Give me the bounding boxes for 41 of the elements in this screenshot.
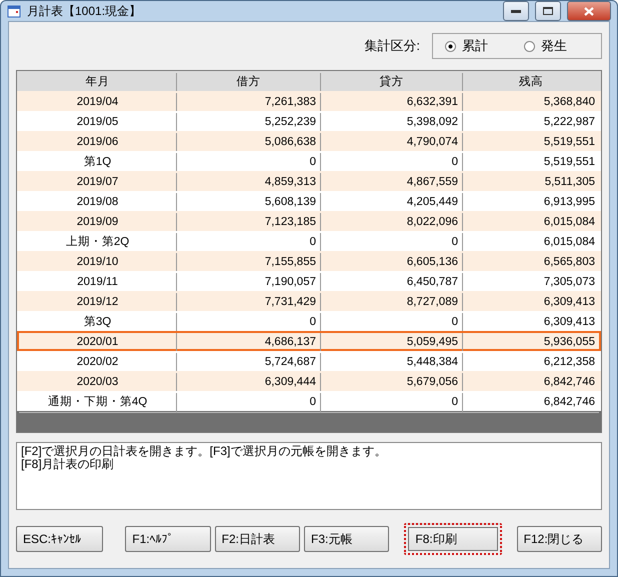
message-line: [F8]月計表の印刷 <box>21 458 115 471</box>
table-row[interactable]: 2019/12 7,731,429 8,727,089 6,309,413 <box>17 291 601 311</box>
minimize-button[interactable] <box>503 1 529 21</box>
mode-radio[interactable]: 発生 <box>524 37 567 55</box>
table-row[interactable]: 2019/05 5,252,239 5,398,092 5,222,987 <box>17 111 601 131</box>
mode-radio[interactable]: 累計 <box>445 37 488 55</box>
table-row[interactable]: 2019/06 5,086,638 4,790,074 5,519,551 <box>17 131 601 151</box>
table-row[interactable]: 2019/09 7,123,185 8,022,096 6,015,084 <box>17 211 601 231</box>
maximize-button[interactable] <box>535 1 561 21</box>
table-row[interactable]: 2019/08 5,608,139 4,205,449 6,913,995 <box>17 191 601 211</box>
table-row[interactable]: 2020/02 5,724,687 5,448,384 6,212,358 <box>17 351 601 371</box>
function-button[interactable]: F1:ﾍﾙﾌﾟ <box>125 526 211 552</box>
table-row[interactable]: 2020/03 6,309,444 5,679,056 6,842,746 <box>17 371 601 391</box>
table-cell: 0 <box>177 393 321 413</box>
table-row[interactable]: 2019/10 7,155,855 6,605,136 6,565,803 <box>17 251 601 271</box>
table-row[interactable]: 2019/07 4,859,313 4,867,559 5,511,305 <box>17 171 601 191</box>
function-button[interactable]: F3:元帳 <box>304 526 390 552</box>
table-row[interactable]: 上期・第2Q 0 0 6,015,084 <box>17 231 601 251</box>
table-cell: 6,842,746 <box>463 393 599 413</box>
calendar-icon <box>7 4 21 18</box>
table-row[interactable]: 2019/11 7,190,057 6,450,787 7,305,073 <box>17 271 601 291</box>
table-row[interactable]: 第3Q 0 0 6,309,413 <box>17 311 601 331</box>
function-button[interactable]: ESC:ｷｬﾝｾﾙ <box>16 526 104 552</box>
function-button[interactable]: F2:日計表 <box>214 526 300 552</box>
table-row[interactable]: 2020/01 4,686,137 5,059,495 5,936,055 <box>17 331 601 351</box>
summary-mode-label: 集計区分: <box>364 37 420 55</box>
message-line: [F2]で選択月の日計表を開きます。[F3]で選択月の元帳を開きます。 <box>21 445 388 458</box>
table-cell: 通期・下期・第4Q <box>19 393 177 413</box>
close-button[interactable] <box>567 1 611 21</box>
window-title: 月計表【1001:現金】 <box>27 2 142 20</box>
function-button[interactable]: F12:閉じる <box>516 526 602 552</box>
table-row[interactable]: 通期・下期・第4Q 0 0 6,842,746 <box>17 391 601 411</box>
table-row[interactable]: 2019/04 7,261,383 6,632,391 5,368,840 <box>17 91 601 111</box>
close-icon <box>584 6 594 16</box>
radio-dot[interactable] <box>524 40 535 52</box>
radio-dot[interactable] <box>445 40 456 52</box>
table-cell: 0 <box>321 393 463 413</box>
table-row[interactable]: 第1Q 0 0 5,519,551 <box>17 151 601 171</box>
minimize-icon <box>511 10 521 12</box>
maximize-icon <box>543 7 553 15</box>
function-button[interactable]: F8:印刷 <box>404 523 502 555</box>
